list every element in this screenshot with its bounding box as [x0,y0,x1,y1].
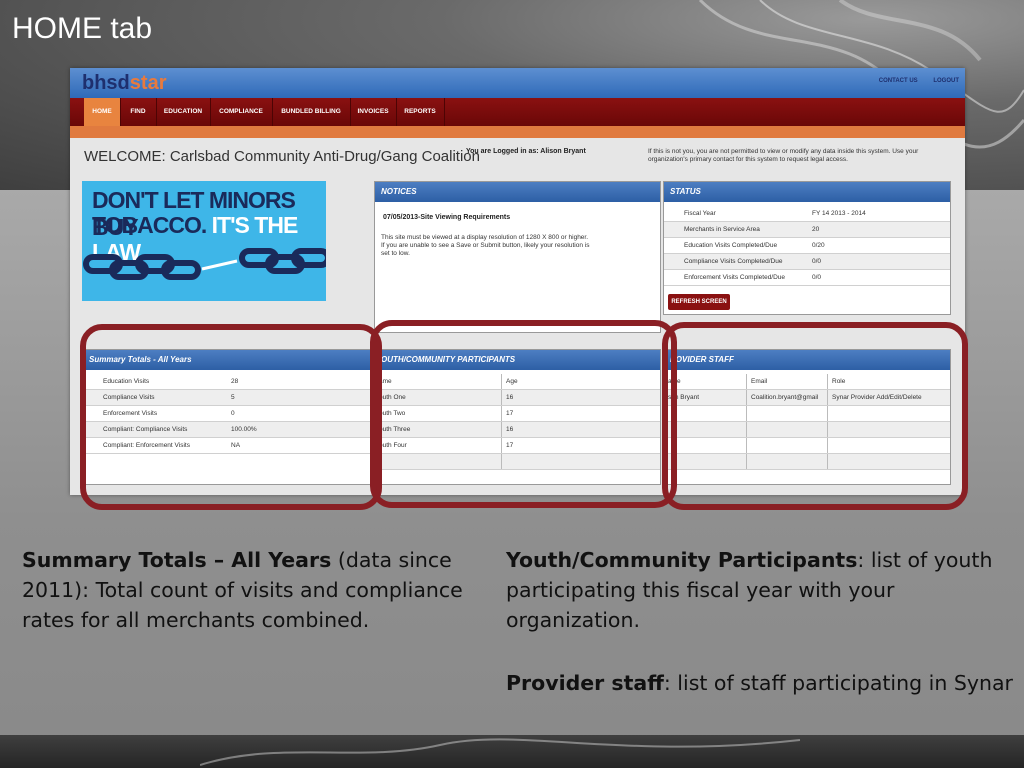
contact-us-link[interactable]: CONTACT US [879,78,918,84]
logout-link[interactable]: LOGOUT [933,78,959,84]
tobacco-banner: DON'T LET MINORS BUY TOBACCO. IT'S THE L… [82,181,326,301]
nav-accent-strip [70,126,965,138]
top-links: CONTACT US LOGOUT [865,78,959,84]
caption-summary: Summary Totals – All Years (data since 2… [22,545,472,635]
logo-text-2: star [129,72,167,94]
nav-education[interactable]: EDUCATION [156,98,211,126]
slide-title: HOME tab [12,12,153,45]
refresh-screen-button[interactable]: REFRESH SCREEN [668,294,730,310]
logo-text-1: bhsd [82,72,130,94]
nav-compliance[interactable]: COMPLIANCE [210,98,273,126]
nav-bundled-billing[interactable]: BUNDLED BILLING [272,98,351,126]
caption-youth: Youth/Community Participants: list of yo… [506,545,1006,635]
caption-staff-text: : list of staff participating in Synar [663,671,1013,695]
slide-background-bottom [0,735,1024,768]
status-title: STATUS [664,182,950,202]
nav-home[interactable]: HOME [84,98,121,126]
notice-item-title: 07/05/2013-Site Viewing Requirements [383,214,511,221]
status-panel: STATUS Fiscal Year FY 14 2013 - 2014 Merc… [663,181,951,315]
notices-panel: NOTICES 07/05/2013-Site Viewing Requirem… [374,181,661,333]
notices-title: NOTICES [375,182,660,202]
table-row: Education Visits Completed/Due 0/20 [664,237,950,254]
chain-icon [83,248,326,280]
table-row: Merchants in Service Area 20 [664,221,950,238]
caption-summary-bold: Summary Totals – All Years [22,548,332,572]
main-nav: HOME FIND EDUCATION COMPLIANCE BUNDLED B… [70,98,965,126]
table-row: Enforcement Visits Completed/Due 0/0 [664,269,950,286]
caption-youth-bold: Youth/Community Participants [506,548,858,572]
status-table: Fiscal Year FY 14 2013 - 2014 Merchants i… [664,206,950,286]
nav-find[interactable]: FIND [120,98,157,126]
highlight-ring-summary [80,324,382,510]
notice-item-body: This site must be viewed at a display re… [381,234,590,257]
banner-tobacco: TOBACCO. [92,212,207,238]
welcome-heading: WELCOME: Carlsbad Community Anti-Drug/Ga… [84,148,480,165]
access-warning: If this is not you, you are not permitte… [648,148,919,163]
app-header: bhsdstar CONTACT US LOGOUT [70,68,965,98]
table-row: Compliance Visits Completed/Due 0/0 [664,253,950,270]
logged-in-text: You are Logged in as: Alison Bryant [466,148,586,155]
highlight-ring-staff [662,322,968,510]
highlight-ring-youth [370,320,677,508]
app-logo: bhsdstar [82,72,166,95]
caption-staff-bold: Provider staff [506,671,664,695]
nav-reports[interactable]: REPORTS [396,98,445,126]
table-row: Fiscal Year FY 14 2013 - 2014 [664,206,950,222]
nav-invoices[interactable]: INVOICES [350,98,397,126]
caption-staff: Provider staff: list of staff participat… [506,668,1016,698]
